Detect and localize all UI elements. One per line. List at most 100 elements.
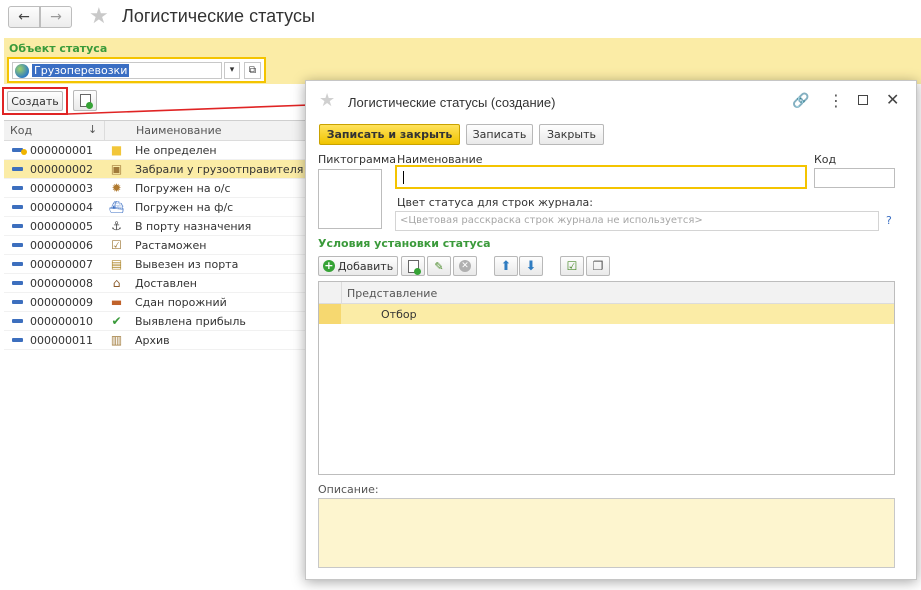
table-row[interactable]: 000000001 ■ Не определен [4, 141, 308, 160]
row-type-icon [12, 205, 23, 209]
gear-icon: ✹ [111, 181, 122, 195]
row-code: 000000004 [30, 201, 93, 214]
conditions-row[interactable]: Отбор [319, 304, 894, 324]
table-row[interactable]: 000000010 ✔ Выявлена прибыль [4, 312, 308, 331]
code-label: Код [814, 153, 837, 166]
table-row[interactable]: 000000005 ⚓ В порту назначения [4, 217, 308, 236]
note-icon: ■ [110, 143, 123, 157]
row-name: Сдан порожний [135, 296, 227, 309]
ship-icon: ⛴ [109, 200, 125, 214]
check-all-button[interactable]: ☑ [560, 256, 584, 276]
row-code: 000000008 [30, 277, 93, 290]
row-name: Растаможен [135, 239, 207, 252]
table-row[interactable]: 000000008 ⌂ Доставлен [4, 274, 308, 293]
delete-condition-button[interactable]: ✕ [453, 256, 477, 276]
column-header-code[interactable]: Код [10, 124, 32, 137]
row-type-icon [12, 262, 23, 266]
status-object-field: Грузоперевозки ▾ ⧉ [7, 57, 266, 83]
checklist-icon: ☑ [111, 238, 122, 252]
column-divider [104, 121, 105, 141]
row-name: В порту назначения [135, 220, 252, 233]
condition-label: Отбор [381, 308, 417, 321]
close-button[interactable]: Закрыть [539, 124, 604, 145]
arrow-up-icon: ⬆ [500, 258, 512, 274]
save-button[interactable]: Записать [466, 124, 533, 145]
status-object-panel: Объект статуса Грузоперевозки ▾ ⧉ [4, 38, 921, 84]
help-icon[interactable]: ? [886, 214, 892, 227]
description-field[interactable] [318, 498, 895, 568]
row-code: 000000011 [30, 334, 93, 347]
text-cursor [403, 171, 404, 184]
favorite-star-icon[interactable]: ★ [89, 5, 109, 29]
open-form-icon[interactable]: ⧉ [244, 62, 261, 79]
row-name: Вывезен из порта [135, 258, 239, 271]
create-button[interactable]: Создать [7, 91, 63, 111]
table-row[interactable]: 000000011 ▥ Архив [4, 331, 308, 350]
row-type-icon [12, 167, 23, 171]
arrow-down-icon: ⬇ [525, 258, 537, 274]
code-field[interactable] [814, 168, 895, 188]
edit-condition-button[interactable]: ✎ [427, 256, 451, 276]
color-field[interactable]: <Цветовая расскраска строк журнала не ис… [395, 211, 879, 231]
uncheck-all-button[interactable]: ❐ [586, 256, 610, 276]
house-icon: ⌂ [112, 276, 121, 290]
row-type-icon [12, 319, 23, 323]
row-name: Забрали у грузоотправителя [135, 163, 304, 176]
move-down-button[interactable]: ⬇ [519, 256, 543, 276]
table-row[interactable]: 000000002 ▣ Забрали у грузоотправителя [4, 160, 308, 179]
row-code: 000000001 [30, 144, 93, 157]
row-type-icon [12, 338, 23, 342]
row-name: Погружен на ф/с [135, 201, 234, 214]
anchor-icon: ⚓ [111, 219, 122, 233]
row-type-icon [12, 281, 23, 285]
column-header-representation[interactable]: Представление [347, 287, 437, 300]
more-menu-icon[interactable]: ⋮ [828, 91, 844, 110]
arrow-right-icon: → [50, 9, 62, 25]
back-button[interactable]: ← [8, 6, 40, 28]
description-label: Описание: [318, 483, 379, 496]
row-type-icon [12, 300, 23, 304]
dialog-title: Логистические статусы (создание) [348, 95, 556, 110]
save-and-close-button[interactable]: Записать и закрыть [319, 124, 460, 145]
table-row[interactable]: 000000009 ▬ Сдан порожний [4, 293, 308, 312]
row-type-icon [12, 186, 23, 190]
move-up-button[interactable]: ⬆ [494, 256, 518, 276]
row-code: 000000007 [30, 258, 93, 271]
add-condition-button[interactable]: + Добавить [318, 256, 398, 276]
table-row[interactable]: 000000007 ▤ Вывезен из порта [4, 255, 308, 274]
conditions-table: Представление Отбор [318, 281, 895, 475]
name-field[interactable] [395, 165, 807, 189]
close-icon[interactable]: ✕ [886, 90, 899, 109]
checkmark-icon: ✔ [111, 314, 122, 328]
globe-icon [15, 63, 29, 78]
conditions-title: Условия установки статуса [318, 237, 491, 250]
pictogram-field[interactable] [318, 169, 382, 229]
status-object-input[interactable]: Грузоперевозки [12, 62, 222, 79]
add-label: Добавить [337, 259, 394, 273]
pencil-icon: ✎ [434, 259, 444, 273]
plus-icon: + [322, 259, 335, 272]
link-icon[interactable]: 🔗 [792, 93, 809, 109]
add-copy-icon [407, 259, 421, 275]
row-name: Погружен на о/с [135, 182, 231, 195]
truck-icon: ▤ [110, 257, 123, 271]
create-status-dialog: ★ Логистические статусы (создание) 🔗 ⋮ ✕… [305, 80, 917, 580]
maximize-icon[interactable] [858, 95, 868, 105]
status-object-label: Объект статуса [9, 42, 108, 55]
status-object-value: Грузоперевозки [32, 64, 130, 77]
row-type-icon [12, 148, 27, 155]
uncheck-all-icon: ❐ [592, 259, 604, 273]
check-all-icon: ☑ [566, 259, 578, 273]
table-row[interactable]: 000000004 ⛴ Погружен на ф/с [4, 198, 308, 217]
copy-condition-button[interactable] [401, 256, 425, 276]
favorite-star-icon[interactable]: ★ [319, 90, 335, 111]
column-header-name[interactable]: Наименование [136, 124, 221, 137]
row-code: 000000010 [30, 315, 93, 328]
table-row[interactable]: 000000006 ☑ Растаможен [4, 236, 308, 255]
table-row[interactable]: 000000003 ✹ Погружен на о/с [4, 179, 308, 198]
row-code: 000000009 [30, 296, 93, 309]
pictogram-label: Пиктограмма [318, 153, 397, 166]
forward-button[interactable]: → [40, 6, 72, 28]
chevron-down-icon[interactable]: ▾ [224, 62, 240, 79]
delete-icon: ✕ [459, 260, 471, 272]
